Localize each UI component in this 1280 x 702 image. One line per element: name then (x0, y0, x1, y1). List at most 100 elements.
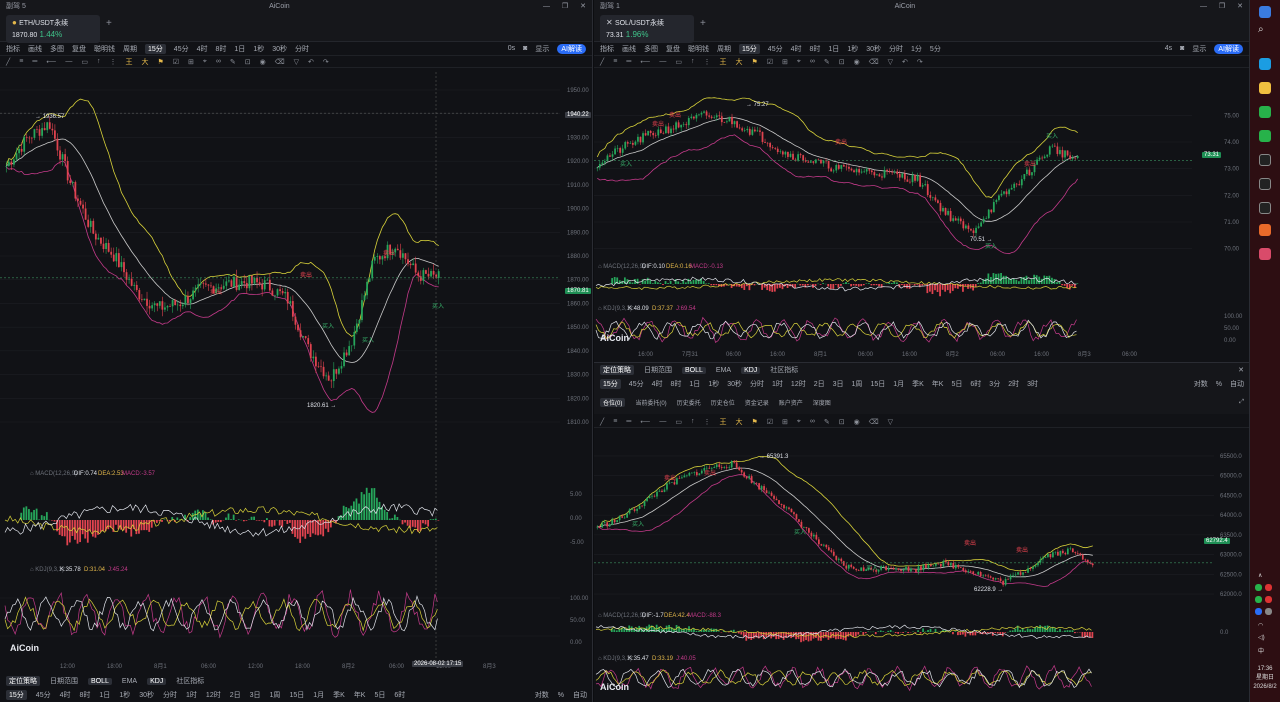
delete-tool-icon[interactable]: ⌫ (275, 58, 285, 66)
fib-tool-icon[interactable]: ⋮ (109, 58, 116, 66)
ray-tool-icon[interactable]: ⟵ (640, 418, 650, 426)
minimize-icon[interactable]: — (543, 3, 550, 10)
period-1d[interactable]: 1日 (828, 44, 839, 54)
sol-chart-area[interactable]: 75.00 74.00 73.00 72.00 71.00 70.00 → 75.27 70.… (594, 72, 1250, 362)
boll-toggle[interactable]: BOLL (682, 366, 706, 374)
locate-strategy-button[interactable]: 定位策略 (600, 365, 634, 375)
bottom-period-7[interactable]: 分时 (163, 690, 177, 700)
period-8h[interactable]: 8时 (810, 44, 821, 54)
banner-tool-icon[interactable]: ⚑ (751, 418, 757, 426)
lock-tool-icon[interactable]: ⊡ (839, 58, 845, 66)
filter-tool-icon[interactable]: ▽ (888, 418, 893, 426)
scale-option-0[interactable]: 对数 (1194, 379, 1208, 389)
scale-option-1[interactable]: % (558, 692, 564, 699)
parallel-tool-icon[interactable]: ═ (626, 418, 631, 425)
toolbar-smartmoney[interactable]: 聪明钱 (94, 44, 115, 54)
period-5m[interactable]: 5分 (930, 44, 941, 54)
scale-option-2[interactable]: 自动 (1230, 379, 1244, 389)
panel-close-icon[interactable]: ✕ (1238, 366, 1244, 374)
period-timeline[interactable]: 分时 (295, 44, 309, 54)
tab-depth-chart[interactable]: 深度图 (813, 398, 831, 407)
tray-app-icon-3[interactable] (1265, 596, 1272, 603)
line-tool-icon[interactable]: ╱ (600, 418, 604, 426)
wechat-icon[interactable] (1259, 106, 1271, 118)
arrow-up-tool-icon[interactable]: ↑ (691, 418, 695, 425)
magnet-tool-icon[interactable]: ⌖ (797, 58, 801, 66)
period-timeline[interactable]: 分时 (889, 44, 903, 54)
period-1d[interactable]: 1日 (234, 44, 245, 54)
toolbar-indicators[interactable]: 指标 (6, 44, 20, 54)
bottom-period-19[interactable]: 3分 (989, 379, 1000, 389)
line-tool-icon[interactable]: ╱ (6, 58, 10, 66)
bottom-period-17[interactable]: 5日 (374, 690, 385, 700)
search-icon[interactable]: ⌕ (1258, 24, 1264, 35)
rect-tool-icon[interactable]: ▭ (675, 58, 682, 66)
sol-candle-chart[interactable]: 75.00 74.00 73.00 72.00 71.00 70.00 → 75.27 70.… (594, 72, 1250, 362)
aicoin-app-icon[interactable] (1259, 154, 1271, 166)
filter-tool-icon[interactable]: ▽ (294, 58, 299, 66)
bottom-period-12[interactable]: 1周 (270, 690, 281, 700)
delete-tool-icon[interactable]: ⌫ (869, 418, 879, 426)
locate-strategy-button[interactable]: 定位策略 (6, 676, 40, 686)
scale-option-1[interactable]: % (1216, 381, 1222, 388)
period-30s[interactable]: 30秒 (866, 44, 881, 54)
display-toggle[interactable]: 显示 (1192, 44, 1206, 54)
tray-up-icon[interactable]: ∧ (1258, 572, 1262, 579)
hline-tool-icon[interactable]: ≡ (613, 58, 617, 65)
link-tool-icon[interactable]: ∞ (810, 58, 815, 65)
lock-tool-icon[interactable]: ⊡ (839, 418, 845, 426)
browser-app-icon[interactable] (1259, 224, 1271, 236)
period-4h[interactable]: 4时 (791, 44, 802, 54)
ray-tool-icon[interactable]: ⟵ (640, 58, 650, 66)
lock-tool-icon[interactable]: ⊡ (245, 58, 251, 66)
bottom-period-14[interactable]: 1月 (313, 690, 324, 700)
tray-app-icon-5[interactable] (1265, 608, 1272, 615)
windows-start-icon[interactable] (1259, 6, 1271, 18)
arrow-up-tool-icon[interactable]: ↑ (691, 58, 695, 65)
ruler-tool-icon[interactable]: ⊞ (782, 58, 788, 66)
bottom-period-5[interactable]: 1秒 (119, 690, 130, 700)
big-tool-icon[interactable]: 大 (735, 57, 742, 67)
link-tool-icon[interactable]: ∞ (216, 58, 221, 65)
tab-open-orders[interactable]: 当前委托(0) (635, 398, 666, 407)
tray-app-icon-4[interactable] (1255, 608, 1262, 615)
wifi-icon[interactable]: ◠ (1258, 622, 1263, 629)
close-icon[interactable]: ✕ (1237, 3, 1243, 10)
bottom-period-5[interactable]: 1秒 (708, 379, 719, 389)
eye-tool-icon[interactable]: ◉ (260, 58, 266, 66)
bottom-period-0[interactable]: 15分 (6, 690, 27, 700)
volume-icon[interactable]: ◁) (1258, 634, 1265, 641)
close-icon[interactable]: ✕ (580, 3, 586, 10)
community-indicator-button[interactable]: 社区指标 (176, 676, 204, 686)
parallel-tool-icon[interactable]: ═ (32, 58, 37, 65)
big-tool-icon[interactable]: 大 (141, 57, 148, 67)
banner-tool-icon[interactable]: ⚑ (751, 58, 757, 66)
boll-toggle[interactable]: BOLL (88, 677, 112, 685)
bottom-period-4[interactable]: 1日 (689, 379, 700, 389)
bottom-period-0[interactable]: 15分 (600, 379, 621, 389)
hline-tool-icon[interactable]: ≡ (19, 58, 23, 65)
expand-icon[interactable]: ⤢ (1239, 399, 1244, 406)
chrome-icon[interactable] (1259, 248, 1271, 260)
bottom-period-1[interactable]: 45分 (629, 379, 644, 389)
line-tool-icon[interactable]: ╱ (600, 58, 604, 66)
eye-tool-icon[interactable]: ◉ (854, 418, 860, 426)
big-tool-icon[interactable]: 大 (735, 417, 742, 427)
banner-tool-icon[interactable]: ⚑ (157, 58, 163, 66)
toolbar-drawing[interactable]: 画线 (28, 44, 42, 54)
period-1s[interactable]: 1秒 (847, 44, 858, 54)
bottom-period-16[interactable]: 年K (354, 690, 366, 700)
delete-tool-icon[interactable]: ⌫ (869, 58, 879, 66)
toolbar-period[interactable]: 周期 (123, 44, 137, 54)
redo-icon[interactable]: ↷ (323, 58, 329, 66)
bottom-period-9[interactable]: 12时 (206, 690, 221, 700)
king-tool-icon[interactable]: 王 (125, 57, 132, 67)
clock-time[interactable]: 17:36 (1250, 665, 1280, 673)
check-tool-icon[interactable]: ☑ (173, 58, 179, 66)
scale-option-2[interactable]: 自动 (573, 690, 587, 700)
period-4s[interactable]: 4s (1165, 45, 1172, 52)
period-15m[interactable]: 15分 (739, 43, 760, 54)
display-toggle[interactable]: 显示 (535, 44, 549, 54)
tab-sol-usdt[interactable]: ✕ SOL/USDT永续 73.31 1.96% (600, 15, 694, 43)
chat-app-icon[interactable] (1259, 130, 1271, 142)
